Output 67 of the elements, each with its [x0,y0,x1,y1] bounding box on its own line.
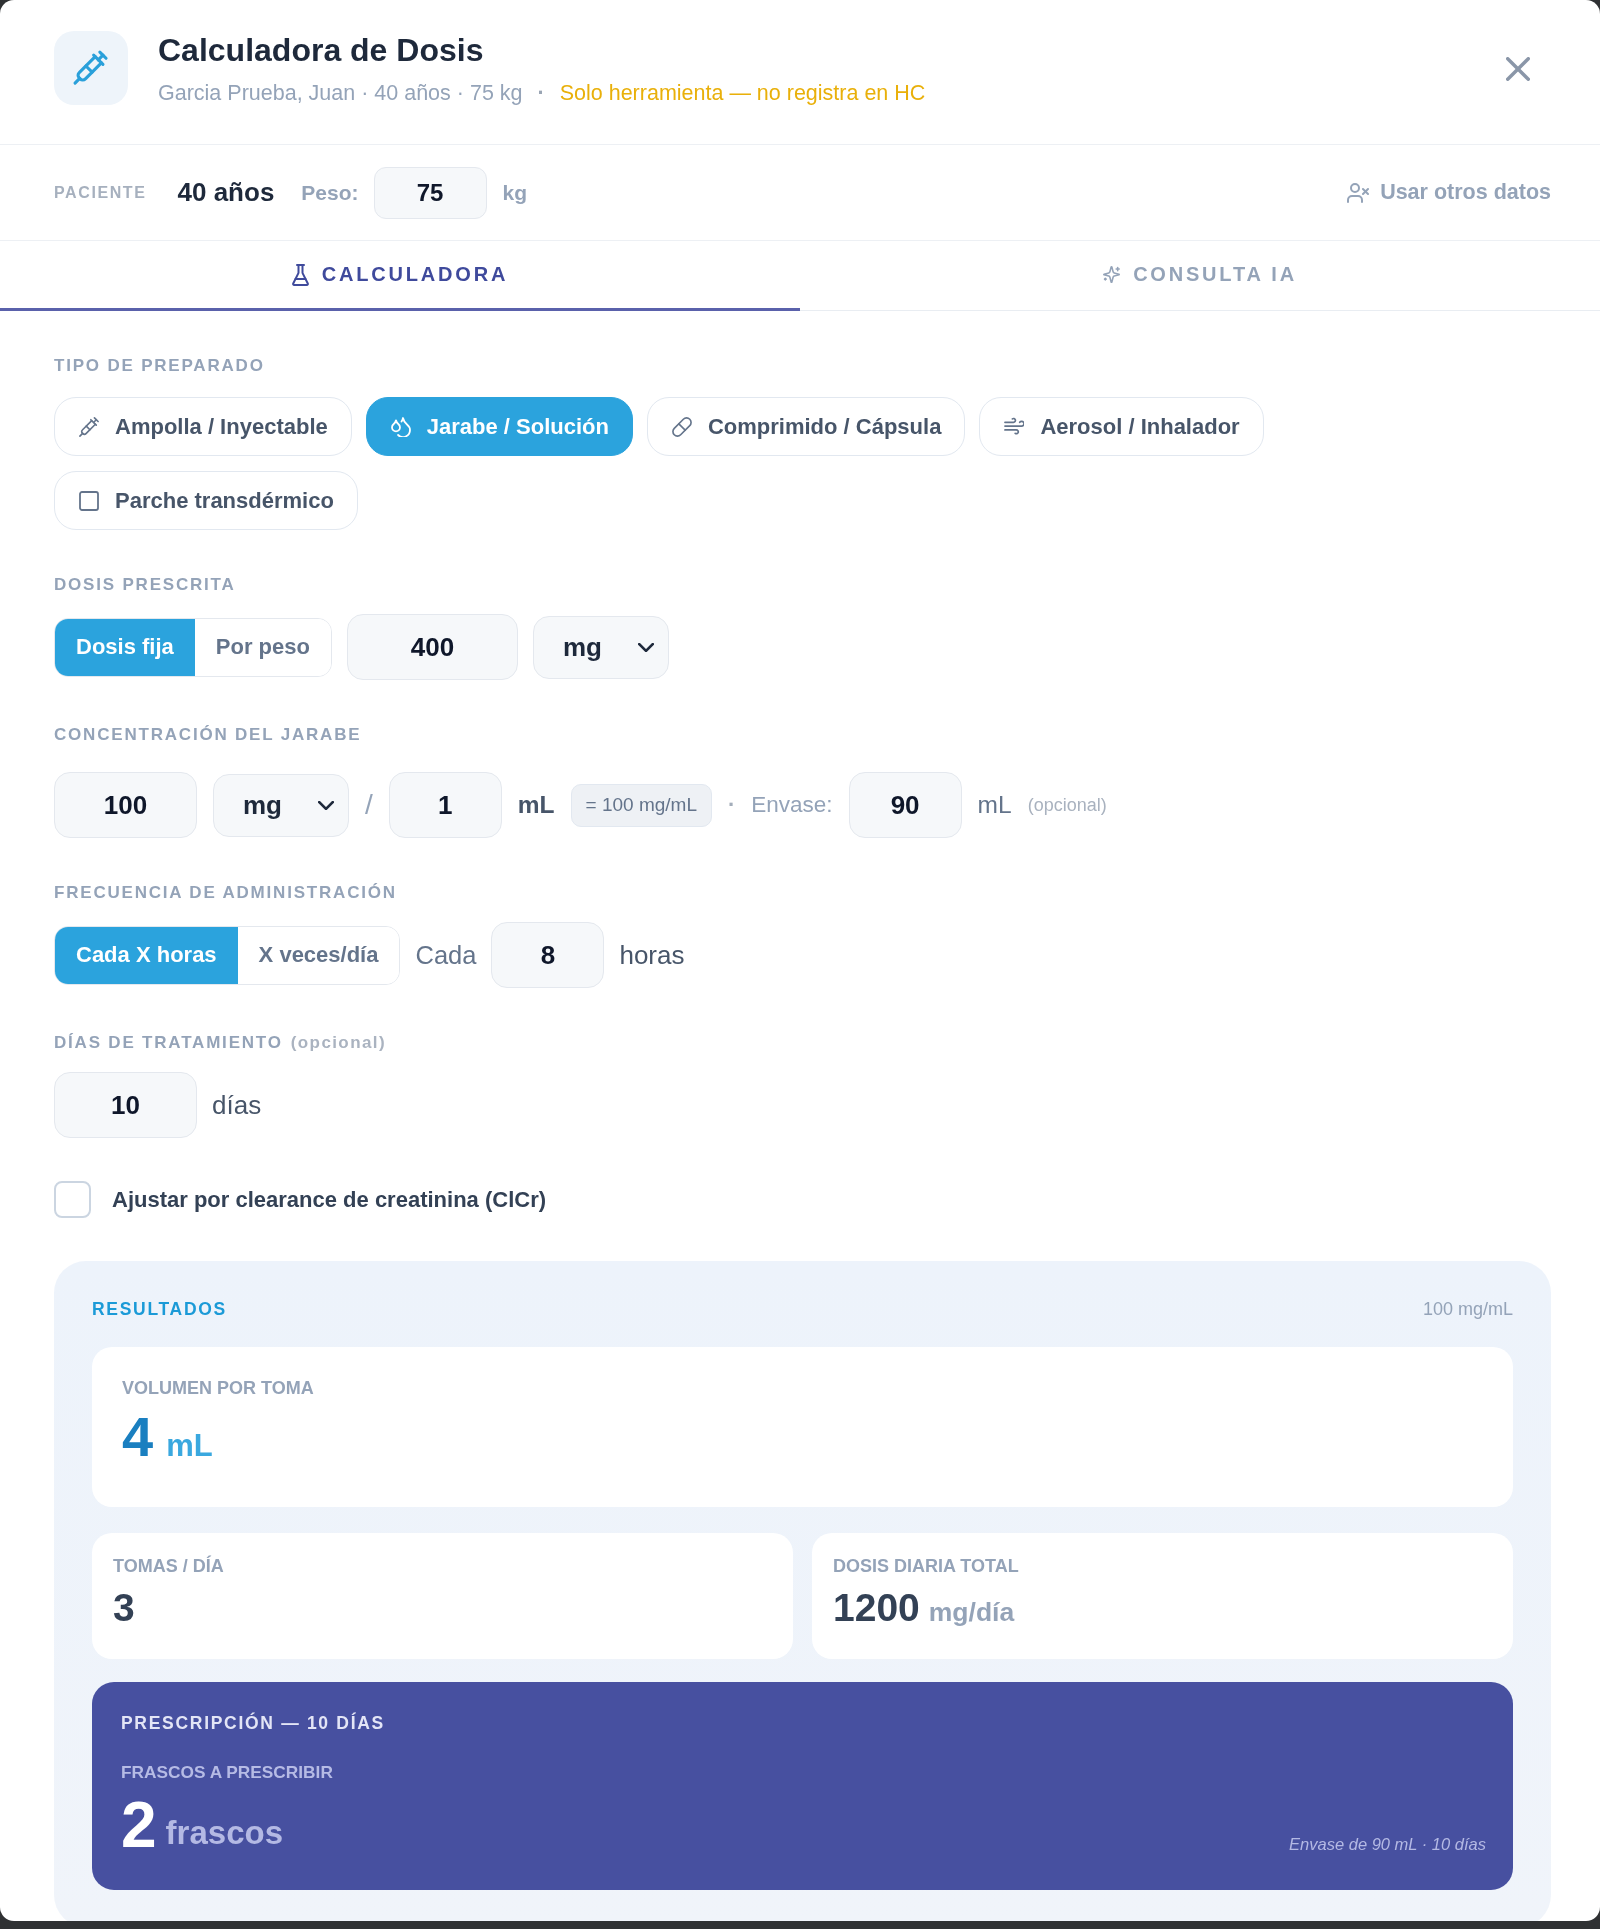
checkbox-label: Ajustar por clearance de creatinina (ClCr) [112,1186,547,1213]
preparation-option[interactable]: Ampolla / Inyectable [54,397,352,456]
prescription-note: Envase de 90 mL · 10 días [1289,1834,1486,1855]
pill-icon [671,416,692,437]
days-input[interactable]: 10 [54,1072,197,1138]
square-icon [79,490,99,511]
prescription-unit: frascos [165,1813,283,1853]
unit-label: horas [619,939,685,971]
section-label: TIPO DE PREPARADO [54,356,266,376]
unit-label: kg [502,180,528,205]
result-unit: mg/día [928,1596,1015,1629]
unit-label: mL [977,791,1012,819]
flask-icon [291,263,309,286]
syringe-icon [54,31,128,105]
result-label: DOSIS DIARIA TOTAL [833,1556,1020,1576]
container-input[interactable]: 90 [848,772,962,838]
preparation-option[interactable]: Parche transdérmico [54,471,358,530]
section-label: CONCENTRACIÓN DEL JARABE [54,725,363,745]
close-icon[interactable] [1506,57,1530,81]
chevron-down-icon [318,800,334,810]
amount-unit-select[interactable]: mg [213,773,349,837]
result-label: VOLUMEN POR TOMA [122,1378,315,1398]
prescription-label: FRASCOS A PRESCRIBIR [121,1762,334,1782]
droplets-icon [390,416,411,437]
dose-input[interactable]: 400 [346,614,518,680]
optional-hint: (opcional) [1027,794,1107,816]
tab[interactable]: CALCULADORA [0,241,800,311]
syringe-icon [79,416,99,437]
section-label: FRECUENCIA DE ADMINISTRACIÓN [54,883,398,903]
sparkles-icon [1103,266,1121,283]
result-unit: mL [166,1427,213,1465]
results-title: RESULTADOS [92,1299,227,1319]
preparation-option[interactable]: Aerosol / Inhalador [979,397,1264,456]
weight-input[interactable]: 75 [373,166,487,219]
wind-icon [1004,417,1025,436]
user-x-icon [1347,182,1370,203]
chevron-down-icon [637,642,654,652]
result-label: TOMAS / DÍA [113,1556,225,1576]
concentration-badge: = 100 mg/mL [570,783,712,827]
amount-input[interactable]: 100 [54,772,197,838]
container-label: Envase: [751,792,833,818]
patient-summary: Garcia Prueba, Juan · 40 años · 75 kg [158,80,523,106]
result-value: 3 [113,1586,135,1630]
section-label: DOSIS PRESCRITA [54,575,237,595]
unit-label: días [212,1089,262,1121]
patient-age: 40 años [177,177,275,208]
checkbox[interactable] [54,1181,91,1218]
result-value: 4 [122,1407,154,1467]
preparation-option[interactable]: Comprimido / Cápsula [646,397,966,456]
interval-input[interactable]: 8 [491,922,605,988]
prescription-title: PRESCRIPCIÓN — 10 DÍAS [121,1713,386,1733]
notice-text: Solo herramienta — no registra en HC [559,80,926,106]
result-value: 1200 [833,1586,920,1630]
modal-title: Calculadora de Dosis [158,31,485,69]
results-concentration: 100 mg/mL [1422,1299,1513,1319]
optional-hint: (opcional) [290,1033,386,1053]
volume-input[interactable]: 1 [388,772,502,838]
interval-prefix: Cada [415,940,477,970]
unit-label: mL [517,791,555,819]
separator-text: · [727,792,736,818]
patient-label: PACIENTE [54,183,147,202]
dose-unit-select[interactable]: mg [532,615,669,679]
weight-label: Peso: [301,180,359,205]
prescription-value: 2 [121,1791,157,1859]
separator-text: · [537,80,545,106]
divider-text: / [365,789,373,821]
section-label: DÍAS DE TRATAMIENTO [54,1033,283,1053]
